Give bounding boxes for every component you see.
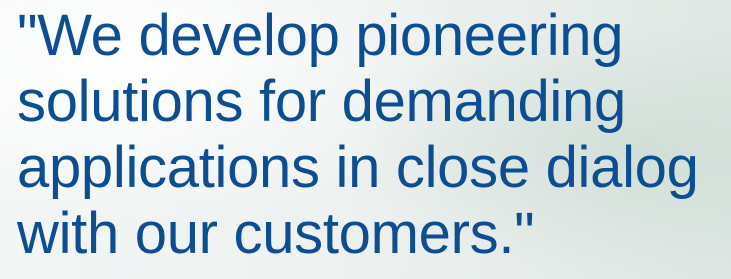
quote-line-4: with our customers." [17,201,535,266]
quote-line-1: "We develop pioneering [17,3,624,68]
quote-banner: "We develop pioneering solutions for dem… [0,0,731,279]
quote-text: "We develop pioneering solutions for dem… [17,3,729,267]
quote-line-2: solutions for demanding [17,69,626,134]
quote-line-3: applications in close dialog [17,135,699,200]
